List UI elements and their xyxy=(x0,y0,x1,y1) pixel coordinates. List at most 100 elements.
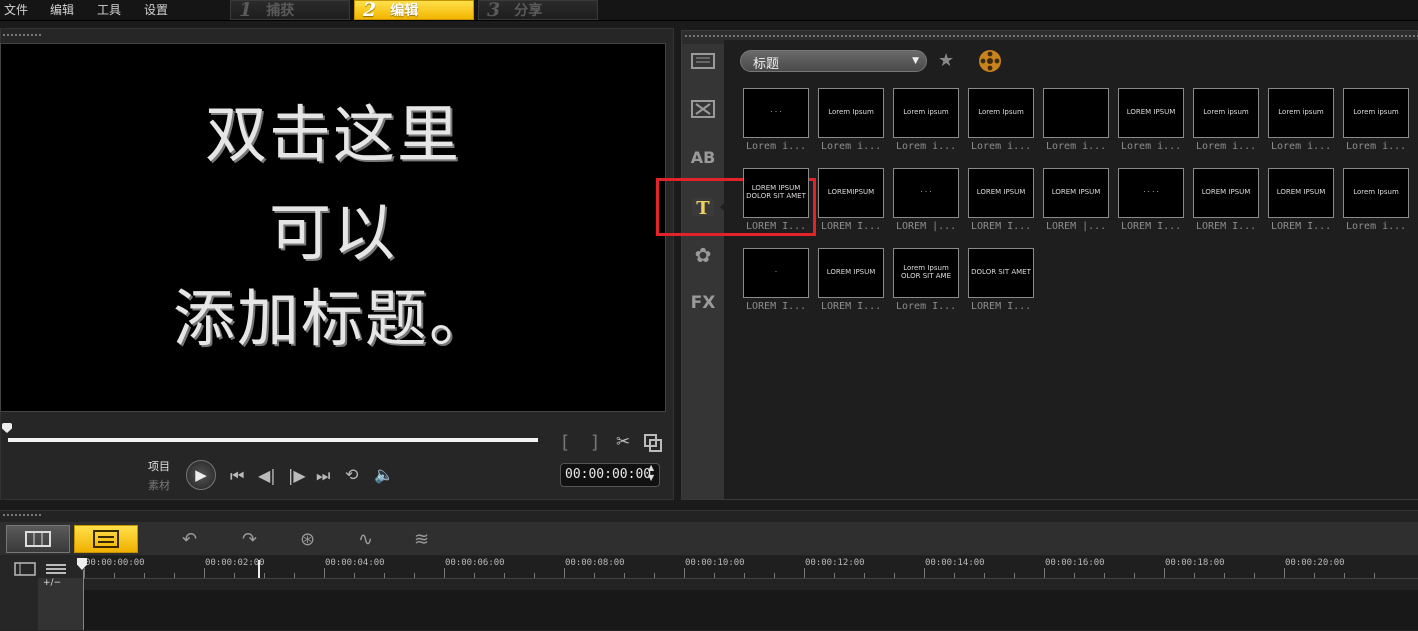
step-label: 编辑 xyxy=(390,3,419,19)
ruler-tick xyxy=(234,573,235,578)
track-manager-icon[interactable] xyxy=(14,562,36,576)
ruler-tick xyxy=(534,573,535,578)
ruler-tick-label: 00:00:18:00 xyxy=(1165,558,1225,568)
title-thumbnail[interactable]: LOREM IPSUM xyxy=(968,168,1034,218)
title-thumbnail[interactable]: LOREM IPSUM xyxy=(1193,168,1259,218)
category-dropdown[interactable]: 标题 ▼ xyxy=(740,50,927,72)
ruler-tick xyxy=(804,568,805,578)
graphics-icon[interactable]: ✿ xyxy=(688,240,718,270)
timecode-stepper-icon[interactable]: ▲ ▼ xyxy=(648,463,654,483)
sound-mixer-icon[interactable]: ∿ xyxy=(358,529,373,550)
title-thumbnail[interactable]: LOREM IPSUM DOLOR SIT AMET xyxy=(743,168,809,218)
ruler-tick xyxy=(1134,573,1135,578)
mode-clip-label[interactable]: 素材 xyxy=(148,477,170,493)
title-thumbnail-label: LOREM |... xyxy=(1046,221,1107,232)
step-tab-edit[interactable]: 2 编辑 xyxy=(354,0,474,21)
repeat-icon[interactable]: ⟲ xyxy=(345,465,358,484)
fx-icon[interactable]: FX xyxy=(688,288,718,318)
title-thumbnail-label: LOREM I... xyxy=(1271,221,1332,232)
menu-tools[interactable]: 工具 xyxy=(97,1,121,18)
end-icon[interactable]: ⏭ xyxy=(316,466,330,486)
title-thumbnail[interactable]: LOREMIPSUM xyxy=(818,168,884,218)
redo-icon[interactable]: ↷ xyxy=(242,529,257,550)
title-thumbnail[interactable]: LOREM IPSUM xyxy=(818,248,884,298)
title-thumbnail-label: LOREM I... xyxy=(746,301,807,312)
chevron-down-icon: ▼ xyxy=(912,56,919,66)
title-thumbnail[interactable]: DOLOR SIT AMET xyxy=(968,248,1034,298)
ab-icon[interactable]: AB xyxy=(688,142,718,172)
list-view-icon[interactable] xyxy=(44,562,68,576)
title-thumbnail[interactable]: Lorem ipsum xyxy=(1193,88,1259,138)
title-thumbnail[interactable]: · · · xyxy=(743,88,809,138)
menu-file[interactable]: 文件 xyxy=(4,1,28,18)
title-thumbnail-label: Lorem i... xyxy=(1121,141,1182,152)
title-thumbnail[interactable]: Lorem Ipsum OLOR SIT AME xyxy=(893,248,959,298)
title-thumbnail-label: Lorem i... xyxy=(821,141,882,152)
panel-grip[interactable] xyxy=(2,33,42,37)
next-frame-icon[interactable]: |▶ xyxy=(288,466,306,485)
title-thumbnail[interactable]: Lorem Ipsum xyxy=(818,88,884,138)
ruler-tick xyxy=(1314,573,1315,578)
title-thumbnail[interactable] xyxy=(1043,88,1109,138)
title-thumbnail-label: LOREM I... xyxy=(1121,221,1182,232)
scissors-icon[interactable]: ✂ xyxy=(616,432,630,452)
timecode-field[interactable]: 00:00:00:00 xyxy=(560,463,660,487)
menu-settings[interactable]: 设置 xyxy=(144,1,168,18)
title-thumbnail[interactable]: Lorem Ipsum xyxy=(1343,168,1409,218)
undo-icon[interactable]: ↶ xyxy=(182,529,197,550)
step-tab-share[interactable]: 3 分享 xyxy=(478,0,598,21)
mark-in-button[interactable]: [ xyxy=(562,432,569,453)
step-tab-capture[interactable]: 1 捕获 xyxy=(230,0,350,21)
ruler-tick xyxy=(174,573,175,578)
title-thumbnail[interactable]: · · · · xyxy=(1118,168,1184,218)
title-thumbnail[interactable]: Lorem ipsum xyxy=(1343,88,1409,138)
title-thumbnail[interactable]: LOREM IPSUM xyxy=(1118,88,1184,138)
ruler-tick xyxy=(294,573,295,578)
title-thumbnail[interactable]: LOREM IPSUM xyxy=(1268,168,1334,218)
home-icon[interactable]: ⏮ xyxy=(230,466,244,486)
record-capture-icon[interactable]: ⊛ xyxy=(300,529,315,550)
panel-grip[interactable] xyxy=(2,513,42,517)
enlarge-icon[interactable] xyxy=(644,434,662,452)
auto-music-icon[interactable]: ≋ xyxy=(414,529,429,550)
mode-project-label[interactable]: 项目 xyxy=(148,458,170,474)
ruler-tick xyxy=(834,573,835,578)
title-thumbnail-label: LOREM I... xyxy=(746,221,807,232)
star-add-icon[interactable]: ★ xyxy=(938,50,954,71)
step-label: 捕获 xyxy=(266,3,295,19)
title-thumbnail[interactable]: Lorem Ipsum xyxy=(968,88,1034,138)
previous-frame-icon[interactable]: ◀| xyxy=(258,466,276,485)
title-thumbnail-label: LOREM I... xyxy=(821,301,882,312)
ruler-tick xyxy=(444,568,445,578)
scrubber-track[interactable] xyxy=(8,438,538,442)
title-thumbnail-label: Lorem i... xyxy=(1346,221,1407,232)
title-thumbnail[interactable]: LOREM IPSUM xyxy=(1043,168,1109,218)
film-reel-icon[interactable] xyxy=(978,49,1002,73)
panel-grip[interactable] xyxy=(684,34,1418,38)
zoom-control[interactable]: +/− xyxy=(43,578,61,588)
title-thumbnail[interactable]: Lorem ipsum xyxy=(1268,88,1334,138)
storyboard-view-button[interactable] xyxy=(6,525,70,553)
title-thumbnail[interactable]: · xyxy=(743,248,809,298)
ruler-tick-label: 00:00:00:00 xyxy=(85,558,145,568)
mark-out-button[interactable]: ] xyxy=(591,432,598,453)
title-thumbnail[interactable]: Lorem ipsum xyxy=(893,88,959,138)
video-track[interactable] xyxy=(84,590,1418,630)
title-thumbnail-label: LOREM I... xyxy=(971,221,1032,232)
ruler-tick-label: 00:00:08:00 xyxy=(565,558,625,568)
title-thumbnail-label: Lorem i... xyxy=(971,141,1032,152)
title-thumbnail-label: Lorem i... xyxy=(896,141,957,152)
timeline-view-button[interactable] xyxy=(74,525,138,553)
video-capture-icon[interactable] xyxy=(688,46,718,76)
ruler-tick-label: 00:00:10:00 xyxy=(685,558,745,568)
timeline-icon xyxy=(93,530,119,548)
play-button[interactable]: ▶ xyxy=(186,460,216,490)
volume-icon[interactable]: 🔈 xyxy=(374,465,394,484)
title-thumbnail[interactable]: · · · xyxy=(893,168,959,218)
category-value: 标题 xyxy=(753,57,780,72)
transition-icon[interactable] xyxy=(688,94,718,124)
title-thumbnail-label: Lorem i... xyxy=(1046,141,1107,152)
ruler-tick xyxy=(954,573,955,578)
ruler-tick xyxy=(1194,573,1195,578)
menu-edit[interactable]: 编辑 xyxy=(50,1,74,18)
